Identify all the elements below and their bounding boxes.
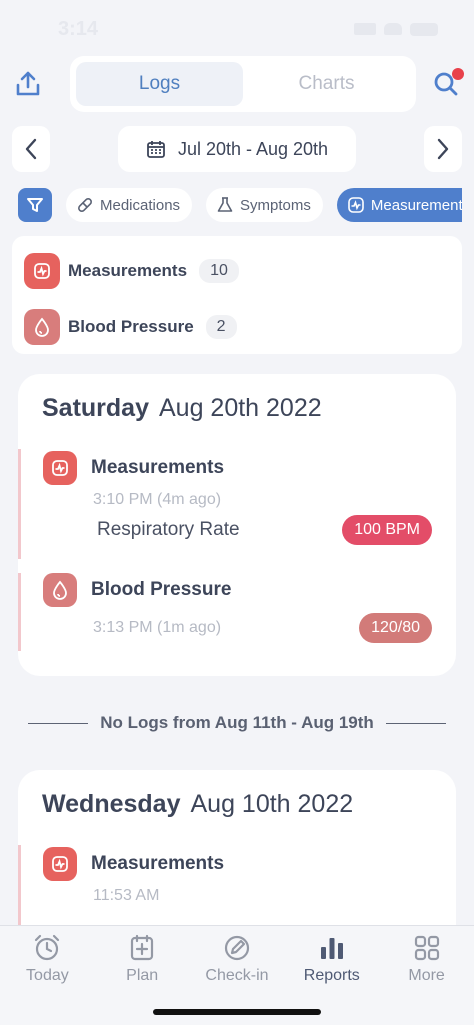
battery-icon: [410, 22, 438, 36]
no-logs-label: No Logs from Aug 11th - Aug 19th: [100, 713, 374, 732]
value-pill: 100 BPM: [342, 515, 432, 545]
day-title: Wednesday Aug 10th 2022: [42, 790, 432, 819]
pulse-icon: [348, 197, 364, 213]
measurements-icon: [43, 847, 77, 881]
value-pill: 120/80: [359, 613, 432, 643]
plan-add-icon: [131, 934, 154, 961]
alarm-clock-icon: [35, 934, 60, 961]
funnel-icon: [27, 198, 43, 212]
chip-symptoms-label: Symptoms: [240, 196, 311, 214]
summary-row-blood-pressure[interactable]: Blood Pressure 2: [24, 302, 450, 352]
status-icons: [354, 22, 438, 36]
summary-card: Measurements 10 Blood Pressure 2: [12, 236, 462, 354]
blood-drop-icon: [43, 573, 77, 607]
chip-medications[interactable]: Medications: [66, 188, 193, 222]
tab-today[interactable]: Today: [0, 930, 95, 988]
measurements-icon: [43, 451, 77, 485]
log-entry[interactable]: Measurements 11:53 AM: [18, 845, 432, 935]
date-range-label: Jul 20th - Aug 20th: [177, 138, 329, 159]
entry-name: Measurements: [91, 457, 225, 478]
notification-dot: [452, 68, 464, 80]
date-row: Jul 20th - Aug 20th: [0, 126, 474, 172]
tab-logs[interactable]: Logs: [76, 62, 243, 106]
pill-icon: [78, 198, 92, 212]
tab-reports[interactable]: Reports: [284, 930, 379, 988]
entry-head: Measurements: [43, 451, 432, 485]
next-range-button[interactable]: [424, 126, 462, 172]
tab-check-in[interactable]: Check-in: [190, 930, 285, 988]
entry-name: Measurements: [91, 853, 225, 874]
summary-row-measurements[interactable]: Measurements 10: [24, 246, 450, 296]
chip-medications-label: Medications: [100, 196, 181, 214]
entry-name: Blood Pressure: [91, 579, 232, 600]
divider-line: [28, 722, 89, 724]
chevron-right-icon: [437, 138, 449, 160]
share-button[interactable]: [10, 66, 46, 102]
previous-range-button[interactable]: [12, 126, 50, 172]
filter-chip-row: Medications Symptoms Measurements: [18, 188, 462, 222]
tab-label: Check-in: [205, 967, 269, 984]
chevron-left-icon: [25, 138, 37, 160]
calendar-icon: [147, 141, 165, 158]
wifi-icon: [384, 23, 402, 35]
tab-items: Today Plan Check-in Reports More: [0, 926, 474, 988]
entry-head: Measurements: [43, 847, 432, 881]
entry-time: 3:10 PM (4m ago): [93, 491, 222, 508]
entry-head: Blood Pressure: [43, 573, 432, 607]
count-badge: 10: [199, 259, 239, 283]
tab-more[interactable]: More: [379, 930, 474, 988]
no-logs-divider: No Logs from Aug 11th - Aug 19th: [28, 706, 447, 740]
entry-time: 3:13 PM (1m ago): [93, 619, 222, 636]
day-card-saturday: Saturday Aug 20th 2022 Measurements 3:10 …: [18, 374, 456, 676]
tab-label: More: [408, 967, 445, 984]
tab-charts[interactable]: Charts: [243, 62, 410, 106]
pencil-square-icon: [224, 935, 250, 961]
entry-detail: Respiratory Rate 100 BPM: [97, 515, 432, 545]
home-indicator: [153, 1009, 321, 1015]
summary-label: Blood Pressure: [68, 317, 194, 336]
entry-time: 11:53 AM: [93, 887, 160, 904]
grid-icon: [414, 935, 439, 961]
status-time: 3:14: [58, 17, 99, 40]
divider-line: [385, 722, 447, 724]
signal-icon: [354, 23, 376, 35]
top-row: Logs Charts: [0, 56, 474, 114]
status-bar: 3:14: [0, 0, 474, 58]
tab-label: Reports: [303, 967, 360, 984]
day-date: Aug 20th 2022: [158, 394, 322, 422]
blood-drop-icon: [24, 309, 60, 345]
share-icon: [16, 71, 40, 96]
date-range-picker[interactable]: Jul 20th - Aug 20th: [118, 126, 356, 172]
bottom-tab-bar: Today Plan Check-in Reports More: [0, 925, 474, 1025]
entry-metric: Respiratory Rate: [97, 519, 240, 540]
day-weekday: Wednesday: [42, 790, 181, 818]
day-title: Saturday Aug 20th 2022: [42, 394, 432, 423]
tab-label: Today: [26, 967, 69, 984]
view-segmented-control: Logs Charts: [70, 56, 416, 112]
filter-button[interactable]: [18, 188, 52, 222]
chip-symptoms[interactable]: Symptoms: [206, 188, 323, 222]
entry-detail: 3:13 PM (1m ago) 120/80: [93, 613, 432, 643]
chip-measurements-label: Measurements: [370, 196, 462, 214]
tab-label: Plan: [126, 967, 159, 984]
measurements-icon: [24, 253, 60, 289]
bar-chart-icon: [320, 938, 343, 959]
search-button[interactable]: [428, 66, 464, 102]
chip-measurements[interactable]: Measurements: [336, 188, 462, 222]
log-entry[interactable]: Measurements 3:10 PM (4m ago) Respirator…: [18, 449, 432, 559]
flask-icon: [217, 197, 233, 212]
tab-plan[interactable]: Plan: [95, 930, 190, 988]
log-entry[interactable]: Blood Pressure 3:13 PM (1m ago) 120/80: [18, 573, 432, 651]
summary-label: Measurements: [68, 261, 188, 280]
count-badge: 2: [205, 315, 237, 339]
day-weekday: Saturday: [42, 394, 149, 422]
day-date: Aug 10th 2022: [190, 790, 354, 818]
